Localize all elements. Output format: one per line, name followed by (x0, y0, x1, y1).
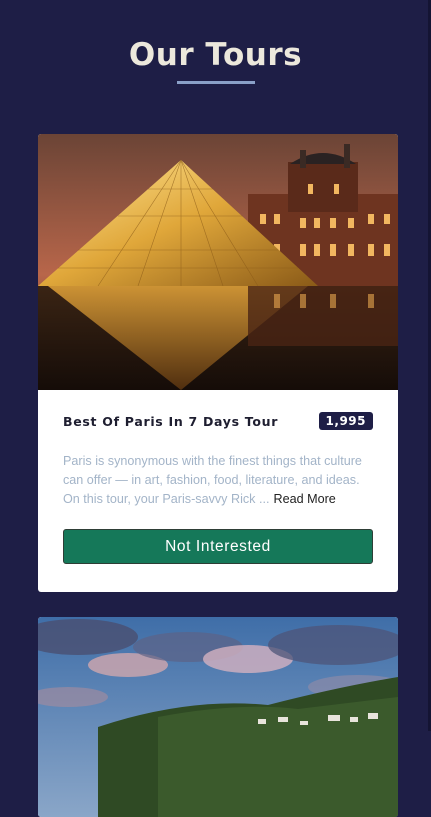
price-badge: 1,995 (318, 412, 373, 430)
tour-card: Best Of Paris In 7 Days Tour 1,995 Paris… (38, 134, 398, 592)
read-more-link[interactable]: Read More (273, 492, 335, 506)
mountain-landscape-photo (38, 617, 398, 817)
page-header: Our Tours (0, 0, 431, 84)
title-underline (176, 81, 255, 84)
page-title: Our Tours (128, 37, 303, 73)
tour-description: Paris is synonymous with the finest thin… (63, 452, 373, 509)
tour-card-body: Best Of Paris In 7 Days Tour 1,995 Paris… (38, 390, 398, 564)
tour-card-header: Best Of Paris In 7 Days Tour 1,995 (63, 412, 373, 430)
tour-card (38, 617, 398, 817)
not-interested-button[interactable]: Not Interested (63, 529, 373, 564)
tour-name: Best Of Paris In 7 Days Tour (63, 413, 279, 429)
louvre-pyramid-photo (38, 134, 398, 390)
